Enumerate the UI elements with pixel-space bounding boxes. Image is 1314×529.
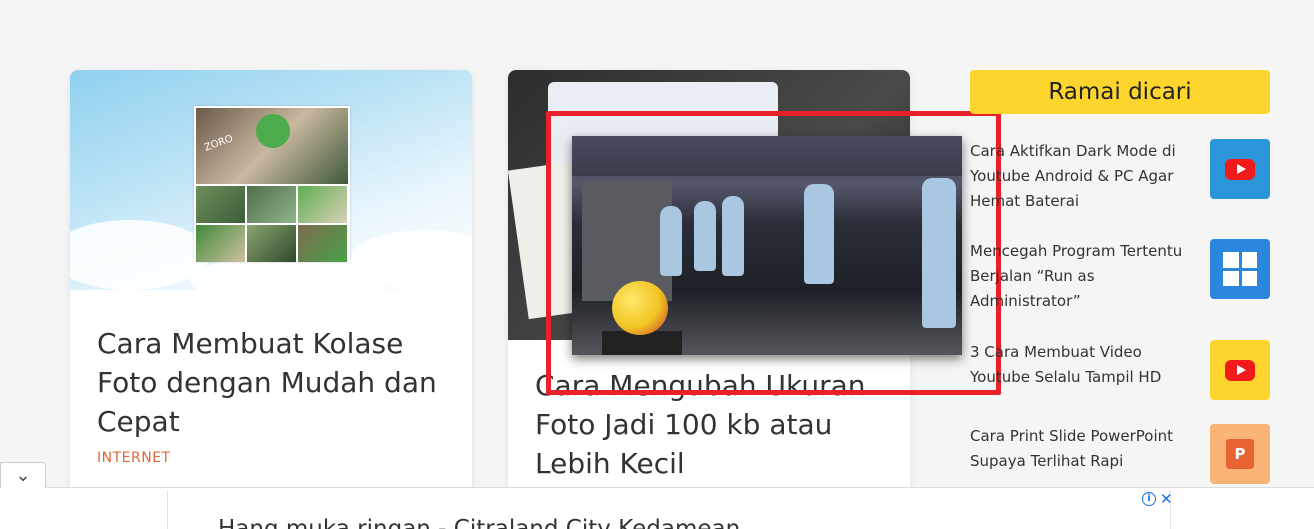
article-thumbnail-kolase[interactable]: ZORO xyxy=(70,70,472,305)
sidebar-item-run-as-admin[interactable]: Mencegah Program Tertentu Berjalan “Run … xyxy=(970,239,1270,310)
collage-cell xyxy=(298,225,347,262)
ad-close-icon[interactable]: ✕ xyxy=(1160,490,1173,508)
ad-banner[interactable]: Hang muka ringan - Citraland City Kedame… xyxy=(167,490,1171,529)
video-highlight-frame xyxy=(546,111,1001,395)
youtube-icon[interactable] xyxy=(1210,139,1270,199)
sidebar-popular: Ramai dicari Cara Aktifkan Dark Mode di … xyxy=(970,70,1270,484)
collage-cell xyxy=(247,225,296,262)
photo-collage: ZORO xyxy=(194,106,350,262)
collage-cell xyxy=(247,186,296,223)
sidebar-item-youtube-hd[interactable]: 3 Cara Membuat Video Youtube Selalu Tamp… xyxy=(970,340,1270,400)
sidebar-item-label[interactable]: Cara Print Slide PowerPoint Supaya Terli… xyxy=(970,424,1185,474)
sidebar-item-label[interactable]: 3 Cara Membuat Video Youtube Selalu Tamp… xyxy=(970,340,1185,390)
article-card-kolase[interactable]: ZORO Cara Membuat Kolase Foto dengan Mud… xyxy=(70,70,472,510)
sidebar-item-print-ppt[interactable]: Cara Print Slide PowerPoint Supaya Terli… xyxy=(970,424,1270,484)
collage-cell xyxy=(196,186,245,223)
sidebar-item-dark-mode[interactable]: Cara Aktifkan Dark Mode di Youtube Andro… xyxy=(970,139,1270,210)
collage-cell xyxy=(298,186,347,223)
collage-caption: ZORO xyxy=(203,133,235,154)
powerpoint-letter: P xyxy=(1226,439,1254,469)
collage-cell xyxy=(196,225,245,262)
article-title[interactable]: Cara Membuat Kolase Foto dengan Mudah da… xyxy=(97,324,457,441)
sidebar-heading: Ramai dicari xyxy=(970,70,1270,114)
collage-main-photo: ZORO xyxy=(196,108,348,184)
sidebar-item-label[interactable]: Cara Aktifkan Dark Mode di Youtube Andro… xyxy=(970,139,1185,214)
ad-info-icon[interactable]: i xyxy=(1142,492,1156,506)
article-category[interactable]: INTERNET xyxy=(97,450,171,466)
powerpoint-icon[interactable]: P xyxy=(1210,424,1270,484)
chevron-down-icon: ⌄ xyxy=(15,464,31,486)
sidebar-item-label[interactable]: Mencegah Program Tertentu Berjalan “Run … xyxy=(970,239,1185,314)
ad-headline[interactable]: Hang muka ringan - Citraland City Kedame… xyxy=(218,516,740,529)
youtube-icon[interactable] xyxy=(1210,340,1270,400)
windows-icon[interactable] xyxy=(1210,239,1270,299)
collapse-ad-button[interactable]: ⌄ xyxy=(0,462,46,488)
